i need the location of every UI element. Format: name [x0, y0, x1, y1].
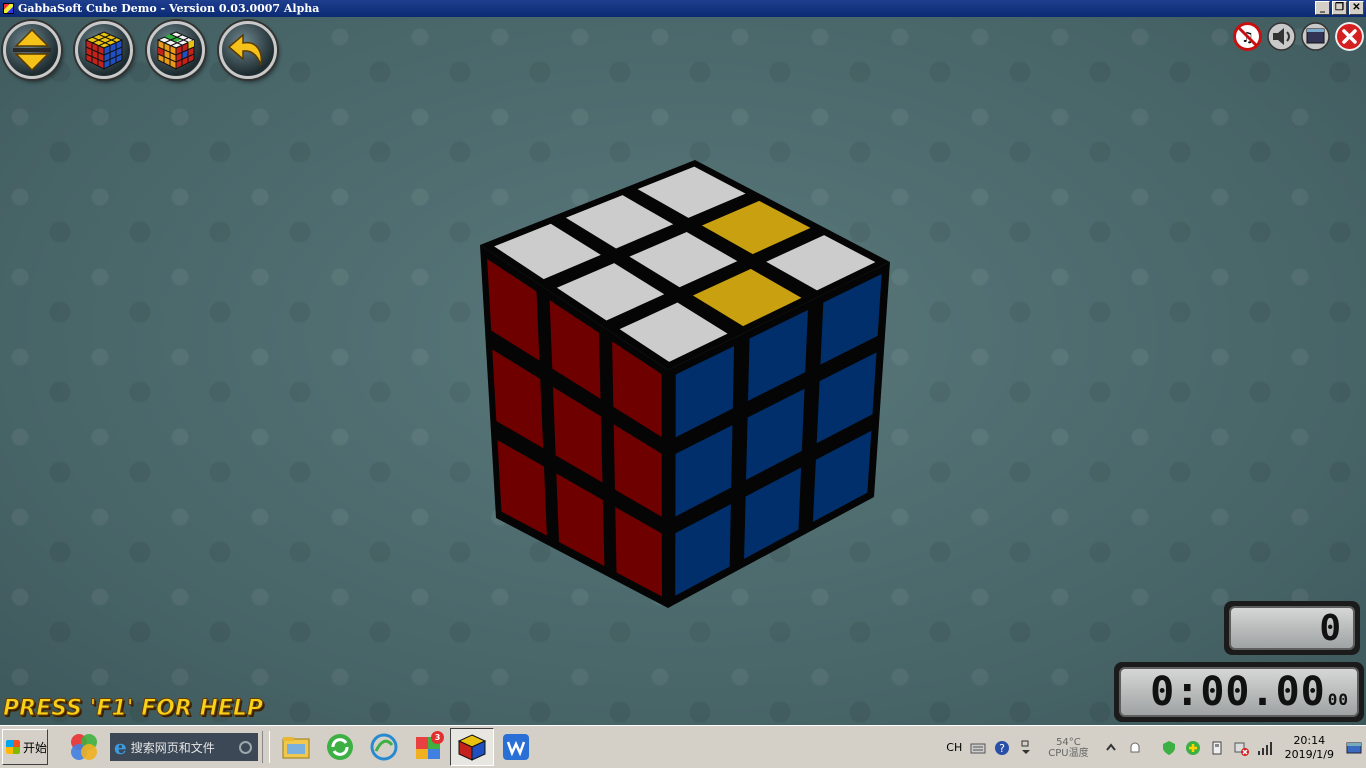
cpu-temperature: 54°C CPU温度	[1048, 737, 1088, 759]
search-input[interactable]: e 搜索网页和文件	[110, 733, 258, 761]
clock-time: 20:14	[1293, 733, 1326, 747]
minimize-button[interactable]: _	[1315, 1, 1330, 15]
notification-badge: 3	[431, 731, 444, 744]
app-cube-icon	[3, 3, 14, 14]
app-store-button[interactable]: 3	[406, 728, 450, 766]
search-placeholder: 搜索网页和文件	[130, 740, 215, 755]
app-launcher-button[interactable]	[62, 728, 106, 766]
move-counter: 0	[1224, 601, 1360, 655]
ie-icon: e	[114, 735, 127, 759]
swirl-icon	[370, 733, 398, 761]
timer-fraction: 00	[1327, 690, 1349, 709]
browser-app-button[interactable]	[362, 728, 406, 766]
game-area[interactable]: ♫ 0 0:00.00 00 PRESS 'F1'	[0, 17, 1366, 725]
colorful-app-icon	[71, 734, 97, 760]
notification-bell-icon[interactable]	[1127, 740, 1143, 756]
system-tray: CH ? 54°C CPU温度 20:14 2019/1/9	[942, 726, 1366, 768]
taskbar-separator	[262, 731, 270, 763]
move-counter-display: 0	[1229, 606, 1355, 650]
search-icon	[239, 740, 252, 754]
file-explorer-button[interactable]	[274, 728, 318, 766]
wps-icon	[503, 734, 529, 760]
timer-main: 0:00.00	[1150, 669, 1326, 715]
timer: 0:00.00 00	[1114, 662, 1364, 722]
window-title: GabbaSoft Cube Demo - Version 0.03.0007 …	[18, 2, 320, 15]
security-shield-icon[interactable]	[1161, 740, 1177, 756]
update-app-button[interactable]	[318, 728, 362, 766]
wps-office-button[interactable]	[494, 728, 538, 766]
taskbar: 开始 e 搜索网页和文件 3 CH ? 54°C CPU温度 20:14 201…	[0, 725, 1366, 768]
window-controls: _ ❐ ✕	[1315, 1, 1364, 15]
restore-button[interactable]: ❐	[1332, 1, 1347, 15]
clock[interactable]: 20:14 2019/1/9	[1285, 734, 1334, 762]
green-refresh-icon	[327, 734, 353, 760]
timer-display: 0:00.00 00	[1119, 667, 1359, 717]
close-window-button[interactable]: ✕	[1349, 1, 1364, 15]
cpu-temp-value: 54°C	[1056, 736, 1081, 748]
cpu-temp-label: CPU温度	[1048, 747, 1089, 759]
keyboard-icon[interactable]	[970, 740, 986, 756]
network-error-icon[interactable]	[1233, 740, 1249, 756]
cube-icon	[457, 734, 487, 761]
title-bar[interactable]: GabbaSoft Cube Demo - Version 0.03.0007 …	[0, 0, 1366, 17]
rubiks-cube[interactable]	[0, 17, 1366, 725]
signal-icon[interactable]	[1257, 740, 1273, 756]
cube-demo-taskbar-button[interactable]	[450, 728, 494, 766]
show-hidden-icons-chevron-icon[interactable]	[1103, 740, 1119, 756]
folder-icon	[282, 737, 310, 759]
show-desktop-icon[interactable]	[1346, 740, 1362, 756]
language-indicator[interactable]: CH	[946, 741, 962, 754]
start-button[interactable]: 开始	[2, 729, 48, 765]
clock-date: 2019/1/9	[1284, 747, 1334, 761]
help-hint: PRESS 'F1' FOR HELP	[2, 696, 264, 722]
help-icon[interactable]: ?	[994, 740, 1010, 756]
security-plus-icon[interactable]	[1185, 740, 1201, 756]
usb-device-icon[interactable]	[1209, 740, 1225, 756]
windows-logo-icon	[6, 740, 20, 754]
svg-text:?: ?	[999, 742, 1005, 755]
ime-options-icon[interactable]	[1018, 740, 1034, 756]
start-label: 开始	[23, 740, 48, 755]
